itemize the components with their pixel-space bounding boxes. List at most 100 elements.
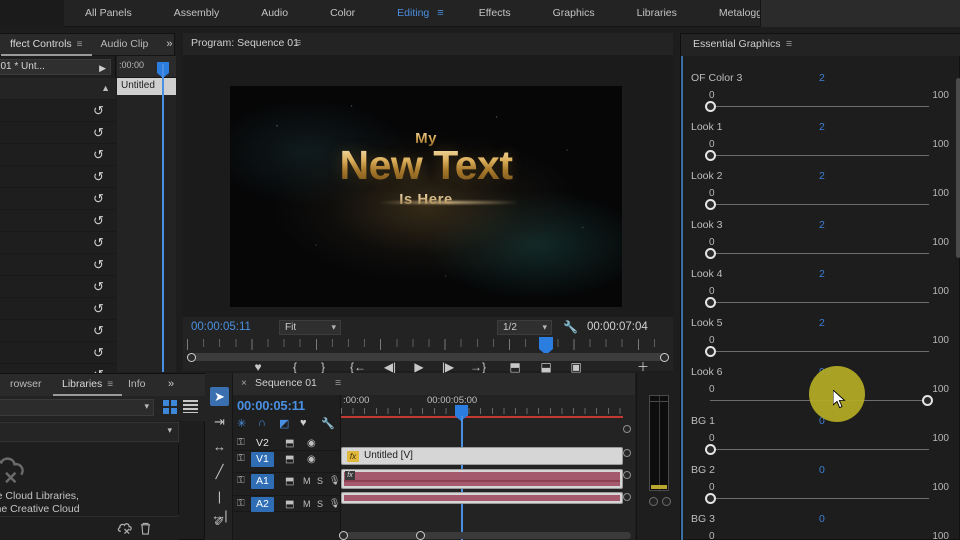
eg-slider-knob[interactable] — [705, 101, 716, 112]
tab-info[interactable]: Info — [119, 374, 155, 396]
track-visibility-icon[interactable]: ◉ — [307, 438, 316, 449]
timeline-settings-icon[interactable]: 🔧 — [321, 417, 335, 430]
program-monitor-playhead[interactable] — [539, 337, 553, 355]
program-monitor-current-timecode[interactable]: 00:00:05:11 — [191, 321, 251, 333]
effect-controls-row[interactable]: ↺ — [0, 188, 116, 210]
reset-parameter-icon[interactable]: ↺ — [91, 169, 106, 184]
close-icon[interactable]: × — [241, 378, 247, 389]
timeline-video-clip[interactable]: fx Untitled [V] — [341, 447, 623, 465]
effect-controls-row[interactable]: ↺ — [0, 320, 116, 342]
workspace-tab-all-panels[interactable]: All Panels — [64, 0, 153, 27]
eg-slider-knob[interactable] — [705, 248, 716, 259]
track-name[interactable]: V2 — [251, 436, 274, 451]
lock-icon[interactable]: ⚿ — [237, 437, 245, 448]
effect-controls-row[interactable]: plate↺ — [0, 100, 116, 122]
cloud-off-icon[interactable] — [117, 522, 132, 535]
eg-slider-track[interactable] — [710, 302, 929, 303]
eg-slider-track[interactable] — [710, 106, 929, 107]
tab-essential-graphics-label[interactable]: Essential Graphics — [693, 38, 781, 50]
workspace-menu-icon[interactable]: ≡ — [435, 0, 457, 27]
track-keyframe-nav[interactable] — [623, 471, 631, 479]
reset-parameter-icon[interactable]: ↺ — [91, 125, 106, 140]
track-name[interactable]: A2 — [251, 497, 274, 512]
timeline-track-header-v2[interactable]: ⚿ V2 ⬒ ◉ — [233, 435, 341, 451]
snap-icon[interactable]: ∩ — [258, 417, 266, 429]
program-monitor-video[interactable]: My New Text Is Here — [230, 86, 622, 307]
ripple-edit-tool[interactable]: ↔ — [210, 437, 229, 456]
eg-control-value[interactable]: 2 — [819, 219, 825, 231]
eg-control-value[interactable]: 2 — [819, 72, 825, 84]
track-visibility-icon[interactable]: ◉ — [307, 454, 316, 465]
audio-meter-toggle[interactable] — [649, 497, 658, 506]
track-select-forward-tool[interactable]: ⇥ — [210, 412, 229, 431]
eg-slider-knob[interactable] — [705, 346, 716, 357]
tab-audio-clip[interactable]: Audio Clip — [92, 34, 158, 56]
reset-parameter-icon[interactable]: ↺ — [91, 213, 106, 228]
tab-overflow[interactable]: » — [159, 374, 183, 396]
reset-parameter-icon[interactable]: ↺ — [91, 345, 106, 360]
workspace-tab-assembly[interactable]: Assembly — [153, 0, 241, 27]
timeline-playhead-timecode[interactable]: 00:00:05:11 — [237, 398, 305, 413]
effect-controls-overflow-icon[interactable]: » — [157, 34, 181, 56]
eg-slider-track[interactable] — [710, 351, 929, 352]
eg-control-value[interactable]: 0 — [819, 513, 825, 525]
reset-parameter-icon[interactable]: ↺ — [91, 257, 106, 272]
eg-control-value[interactable]: 2 — [819, 121, 825, 133]
workspace-tab-audio[interactable]: Audio — [240, 0, 309, 27]
reset-parameter-icon[interactable]: ↺ — [91, 191, 106, 206]
nest-icon[interactable]: ✳ — [237, 417, 246, 430]
essential-graphics-menu-icon[interactable]: ≡ — [786, 38, 792, 50]
trash-icon[interactable] — [139, 522, 152, 535]
eg-slider-knob[interactable] — [705, 444, 716, 455]
audio-meter-solo[interactable] — [662, 497, 671, 506]
chevron-down-icon[interactable]: ▾ — [331, 321, 336, 334]
workspace-tab-color[interactable]: Color — [309, 0, 376, 27]
track-record-icon[interactable]: 🎙 — [329, 498, 340, 509]
track-keyframe-nav[interactable] — [623, 449, 631, 457]
track-sync-lock-icon[interactable]: ⬒ — [285, 499, 294, 510]
grid-view-icon[interactable] — [163, 400, 177, 414]
library-filter-dropdown[interactable]: ▾ — [0, 422, 179, 442]
effect-controls-row[interactable]: ↺ — [0, 144, 116, 166]
effect-controls-row[interactable]: ↺ — [0, 298, 116, 320]
eg-slider-track[interactable] — [710, 449, 929, 450]
eg-slider-track[interactable] — [710, 253, 929, 254]
reset-parameter-icon[interactable]: ↺ — [91, 103, 106, 118]
track-sync-lock-icon[interactable]: ⬒ — [285, 438, 294, 449]
timeline-playhead-handle[interactable] — [455, 405, 468, 421]
list-view-icon[interactable] — [183, 400, 198, 413]
scrollbar-right-handle[interactable] — [416, 531, 425, 540]
effect-controls-row[interactable]: ↺ — [0, 122, 116, 144]
reset-parameter-icon[interactable]: ↺ — [91, 323, 106, 338]
chevron-down-icon[interactable]: ▾ — [542, 321, 547, 334]
tab-sequence-label[interactable]: Sequence 01 — [255, 377, 317, 389]
track-name[interactable]: V1 — [251, 452, 274, 467]
tab-libraries[interactable]: Libraries ≡ — [53, 374, 123, 396]
chevron-down-icon[interactable]: ▾ — [144, 401, 149, 412]
chevron-right-icon[interactable]: ▶ — [99, 61, 106, 74]
lock-icon[interactable]: ⚿ — [237, 453, 245, 464]
pen-tool[interactable]: ✐ — [210, 512, 229, 531]
workspace-tab-libraries[interactable]: Libraries — [616, 0, 698, 27]
eg-slider-track[interactable] — [710, 155, 929, 156]
timeline-tracks-area[interactable]: :00:00 00:00:05:00 fx Untitled [V] fx — [341, 395, 635, 540]
effect-controls-row[interactable]: ↺ — [0, 166, 116, 188]
eg-slider-knob[interactable] — [705, 297, 716, 308]
effect-controls-row[interactable]: ↺ — [0, 342, 116, 364]
eg-slider-knob[interactable] — [705, 493, 716, 504]
timeline-track-header-v1[interactable]: ⚿ V1 ⬒ ◉ — [233, 451, 341, 473]
timeline-track-header-a2[interactable]: ⚿ A2 ⬒ M S 🎙 — [233, 496, 341, 512]
track-keyframe-nav[interactable] — [623, 425, 631, 433]
effect-controls-row[interactable]: ↺ — [0, 276, 116, 298]
chevron-down-icon[interactable]: ▾ — [167, 425, 172, 436]
timeline-ruler[interactable]: :00:00 00:00:05:00 — [341, 395, 623, 423]
playback-resolution-dropdown[interactable]: 1/2 ▾ — [497, 320, 552, 335]
program-monitor-ruler[interactable] — [187, 339, 669, 352]
reset-parameter-icon[interactable]: ↺ — [91, 147, 106, 162]
effect-controls-mini-timeline[interactable]: :00:00 Untitled — [117, 56, 176, 372]
workspace-tab-graphics[interactable]: Graphics — [532, 0, 616, 27]
slip-tool[interactable]: |↔| — [210, 487, 229, 523]
caret-up-icon[interactable]: ▲ — [101, 83, 110, 93]
eg-slider-knob[interactable] — [705, 150, 716, 161]
eg-slider-knob[interactable] — [705, 199, 716, 210]
